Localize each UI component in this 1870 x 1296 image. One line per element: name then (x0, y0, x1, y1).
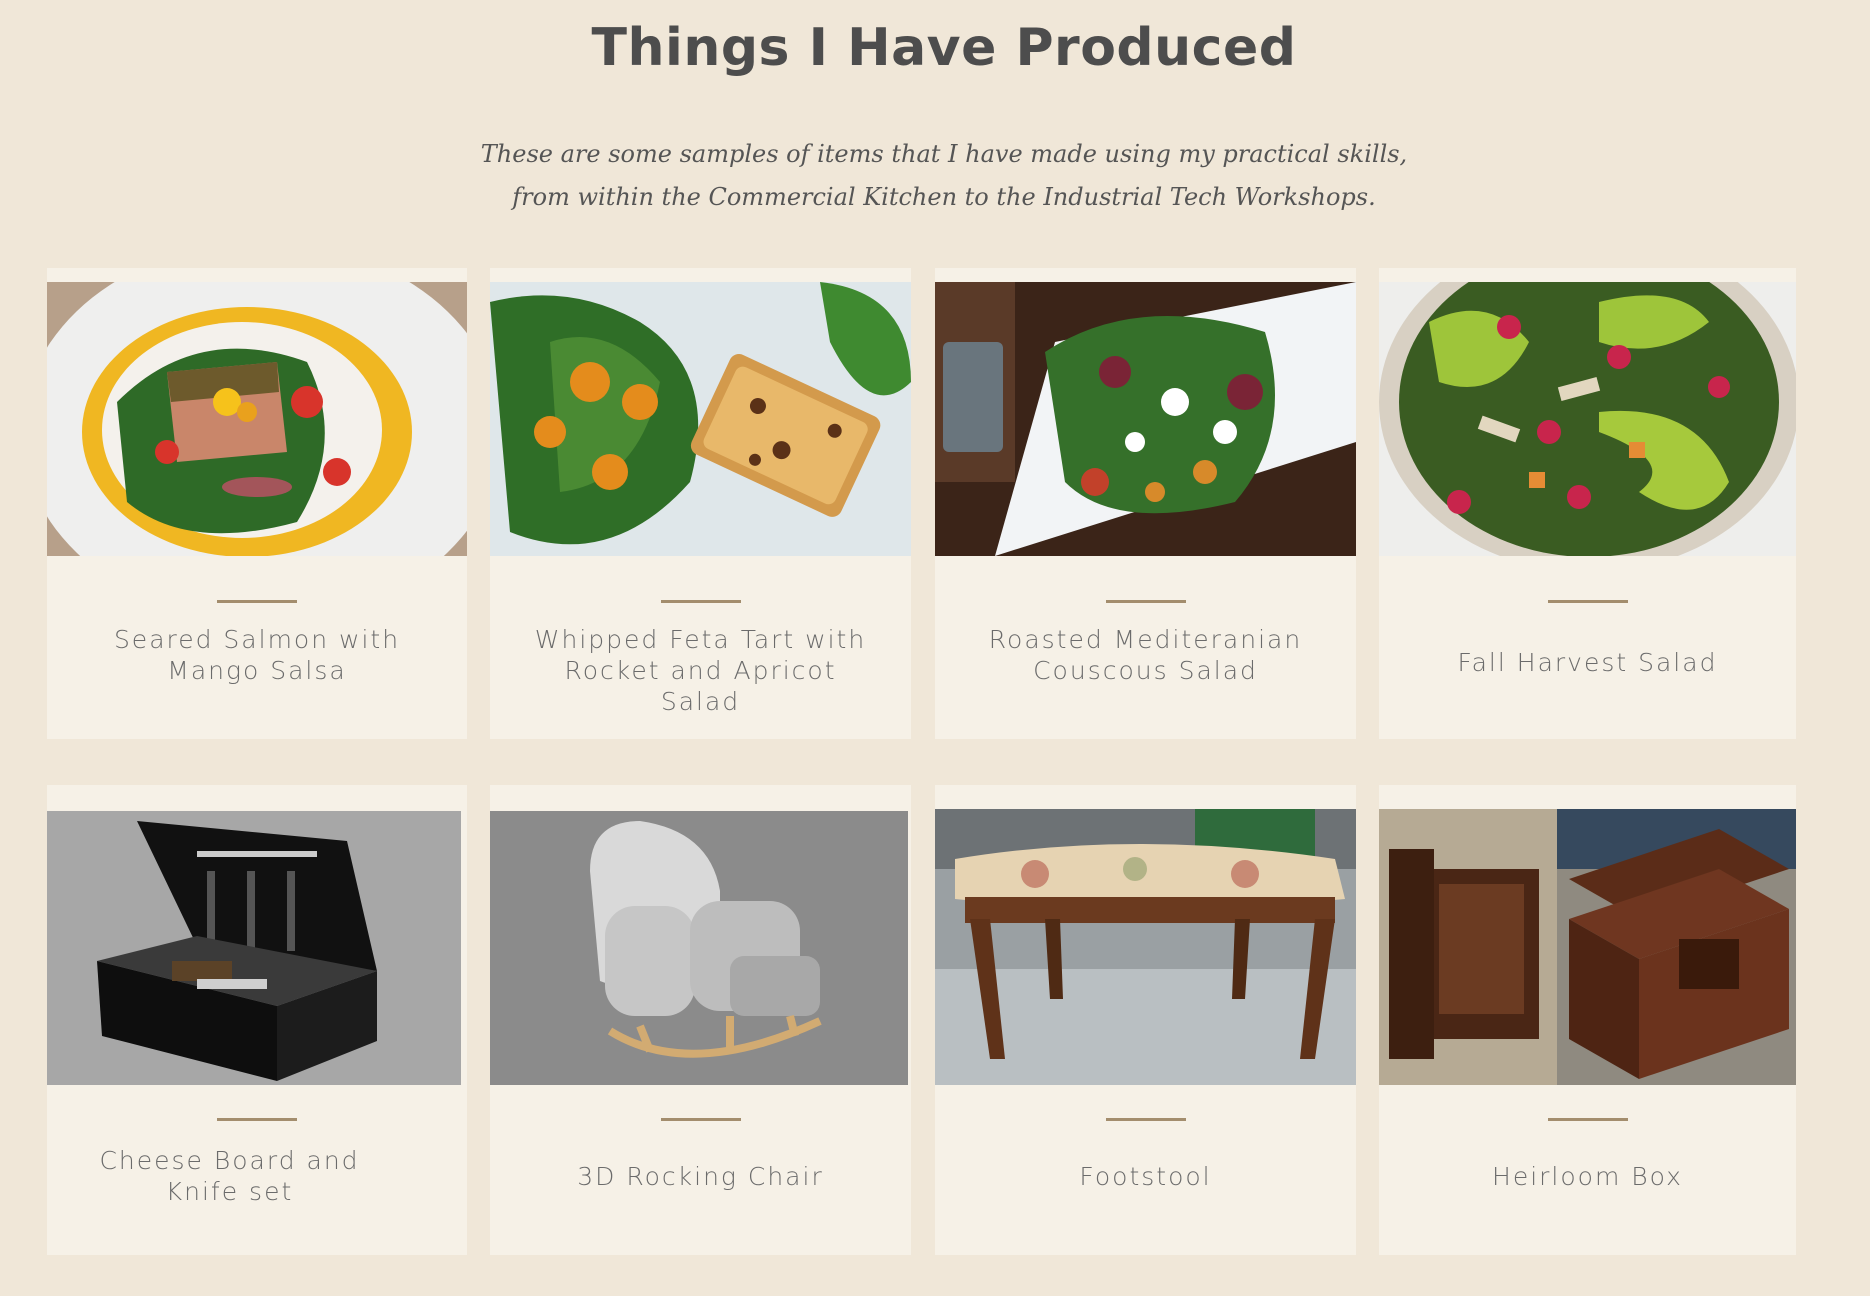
harvest-salad-photo[interactable] (1379, 282, 1796, 556)
divider-line (1105, 600, 1186, 603)
gallery-card-heirloom-box[interactable]: Heirloom Box (1379, 785, 1796, 1255)
card-title[interactable]: Footstool (965, 1161, 1326, 1192)
heirloom-box-photo[interactable] (1379, 809, 1796, 1085)
divider-line (660, 1118, 741, 1121)
card-title[interactable]: Whipped Feta Tart with Rocket and Aprico… (520, 624, 881, 717)
intro-text: These are some samples of items that I h… (0, 133, 1870, 219)
gallery-card-couscous[interactable]: Roasted Mediteranian Couscous Salad (935, 268, 1356, 739)
card-title[interactable]: Fall Harvest Salad (1409, 647, 1766, 678)
page-title: Things I Have Produced (591, 18, 1297, 78)
cheese-board-photo[interactable] (47, 811, 461, 1085)
gallery-card-salmon[interactable]: Seared Salmon with Mango Salsa (47, 268, 467, 739)
card-title[interactable]: 3D Rocking Chair (520, 1161, 881, 1192)
couscous-photo[interactable] (935, 282, 1356, 556)
divider-line (1547, 600, 1628, 603)
feta-tart-photo[interactable] (490, 282, 911, 556)
card-title[interactable]: Roasted Mediteranian Couscous Salad (965, 624, 1326, 686)
gallery-card-footstool[interactable]: Footstool (935, 785, 1356, 1255)
divider-line (1105, 1118, 1186, 1121)
gallery-card-rocking-chair[interactable]: 3D Rocking Chair (490, 785, 911, 1255)
card-title[interactable]: Cheese Board and Knife set (87, 1145, 372, 1207)
footstool-photo[interactable] (935, 809, 1356, 1085)
intro-line-1: These are some samples of items that I h… (480, 140, 1408, 168)
gallery-card-cheese-board[interactable]: Cheese Board and Knife set (47, 785, 467, 1255)
gallery-card-feta-tart[interactable]: Whipped Feta Tart with Rocket and Aprico… (490, 268, 911, 739)
divider-line (1547, 1118, 1628, 1121)
intro-line-2: from within the Commercial Kitchen to th… (512, 183, 1376, 211)
divider-line (217, 1118, 297, 1121)
rocking-chair-photo[interactable] (490, 811, 908, 1085)
card-title[interactable]: Heirloom Box (1409, 1161, 1766, 1192)
card-title[interactable]: Seared Salmon with Mango Salsa (77, 624, 437, 686)
salmon-photo[interactable] (47, 282, 467, 556)
gallery-card-harvest-salad[interactable]: Fall Harvest Salad (1379, 268, 1796, 739)
divider-line (660, 600, 741, 603)
divider-line (217, 600, 297, 603)
